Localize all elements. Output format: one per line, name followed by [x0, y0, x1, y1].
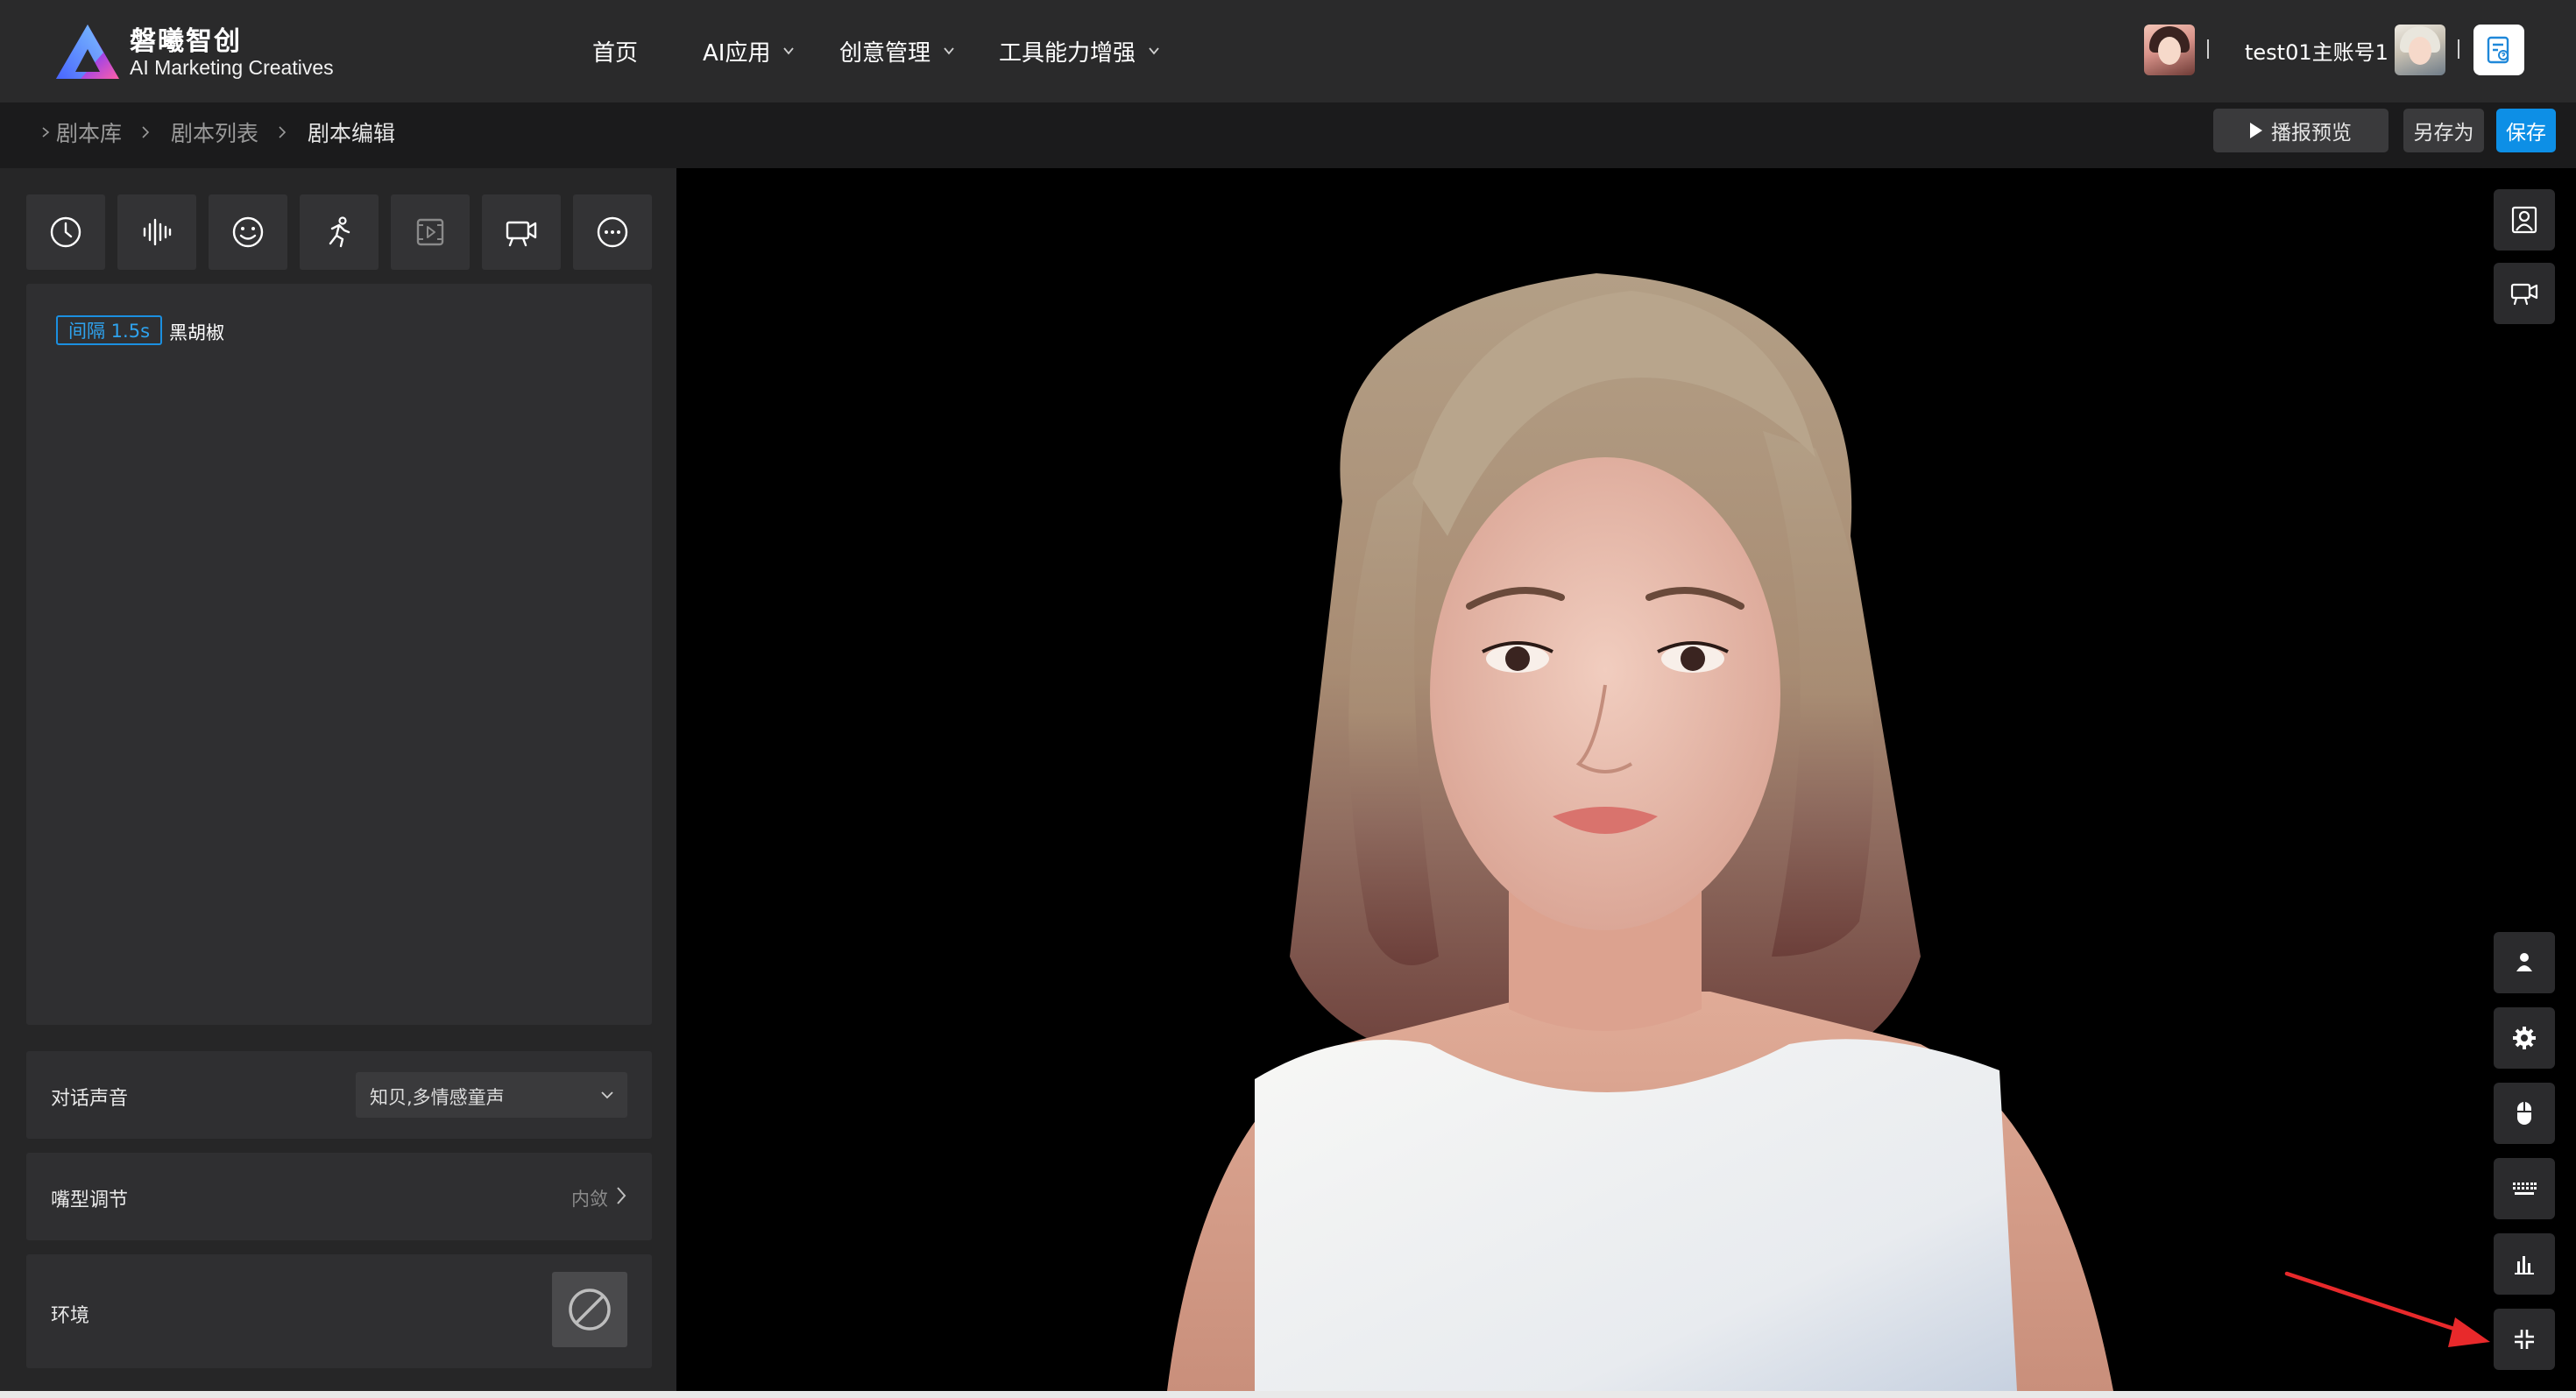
video-play-icon — [416, 218, 444, 246]
camera-icon — [506, 221, 537, 247]
voice-label: 对话声音 — [51, 1088, 129, 1110]
logo-icon[interactable] — [54, 23, 121, 81]
stage-mouse-button[interactable] — [2494, 1083, 2555, 1144]
chevron-down-icon — [783, 47, 795, 55]
preview-button-label: 播报预览 — [2271, 122, 2352, 145]
camera-icon — [2510, 283, 2538, 306]
breadcrumb-script-list[interactable]: 剧本列表 — [171, 116, 258, 148]
annotation-arrow — [2284, 1271, 2490, 1347]
nav-ai-apps-label: AI应用 — [703, 39, 771, 67]
gear-icon — [2513, 1027, 2536, 1049]
portrait-icon — [2511, 206, 2537, 234]
nav-ai-apps[interactable]: AI应用 — [703, 33, 795, 68]
mouth-value[interactable]: 内敛 — [571, 1185, 608, 1211]
stage-portrait-button[interactable] — [2494, 189, 2555, 251]
brand-name-en: AI Marketing Creatives — [130, 56, 334, 79]
more-icon — [597, 216, 628, 248]
nav-tools-enhance-label: 工具能力增强 — [999, 39, 1136, 67]
smiley-icon — [232, 216, 264, 248]
top-bar: 磐曦智创 AI Marketing Creatives 首页 AI应用 创意管理… — [0, 0, 2576, 102]
divider — [2207, 39, 2209, 59]
breadcrumb: 剧本库 剧本列表 剧本编辑 — [40, 117, 395, 147]
forbidden-icon — [569, 1289, 611, 1331]
user-avatar[interactable] — [2395, 25, 2445, 75]
breadcrumb-script-edit: 剧本编辑 — [308, 121, 396, 146]
mouse-icon — [2517, 1102, 2531, 1125]
chevron-right-icon — [42, 127, 50, 138]
tool-camera[interactable] — [482, 194, 561, 270]
stage-settings-button[interactable] — [2494, 1007, 2555, 1069]
nav-tools-enhance[interactable]: 工具能力增强 — [999, 33, 1160, 68]
voice-select[interactable]: 知贝,多情感童声 — [356, 1072, 627, 1118]
waveform-icon — [143, 218, 172, 246]
bottom-strip — [0, 1391, 2576, 1398]
environment-setting: 环境 — [26, 1254, 652, 1368]
script-edit-panel: 间隔 1.5s 黑胡椒 对话声音 知贝,多情感童声 嘴型调节 内敛 环境 — [0, 168, 676, 1398]
tool-more[interactable] — [573, 194, 652, 270]
script-editor[interactable]: 间隔 1.5s 黑胡椒 — [26, 284, 652, 1025]
chevron-right-icon[interactable] — [615, 1186, 627, 1205]
breadcrumb-script-library[interactable]: 剧本库 — [56, 116, 122, 148]
tool-action[interactable] — [300, 194, 379, 270]
tool-video[interactable] — [391, 194, 470, 270]
person-icon — [2516, 953, 2532, 971]
divider — [2458, 39, 2459, 59]
tool-expression[interactable] — [209, 194, 287, 270]
chevron-right-icon — [142, 126, 150, 138]
help-doc-button[interactable] — [2473, 25, 2524, 75]
play-icon — [2250, 123, 2262, 138]
clock-icon — [50, 216, 81, 248]
preview-button[interactable]: 播报预览 — [2213, 109, 2388, 152]
nav-home[interactable]: 首页 — [592, 33, 638, 68]
digital-human-avatar[interactable] — [2144, 25, 2195, 75]
save-button[interactable]: 保存 — [2496, 109, 2556, 152]
running-person-icon — [329, 216, 350, 248]
nav-home-label: 首页 — [592, 39, 639, 67]
mouth-setting[interactable]: 嘴型调节 内敛 — [26, 1153, 652, 1240]
environment-none-button[interactable] — [552, 1272, 627, 1347]
bar-chart-icon — [2515, 1256, 2534, 1274]
chevron-down-icon — [1149, 47, 1159, 55]
save-as-button[interactable]: 另存为 — [2403, 109, 2484, 152]
environment-label: 环境 — [51, 1305, 90, 1327]
keyboard-icon — [2513, 1183, 2537, 1195]
nav-creative-mgmt-label: 创意管理 — [839, 39, 931, 67]
interval-tag[interactable]: 间隔 1.5s — [56, 315, 163, 345]
tool-audio[interactable] — [117, 194, 196, 270]
user-name[interactable]: test01主账号1 — [2245, 35, 2388, 66]
stage-camera-button[interactable] — [2494, 263, 2555, 324]
stage-keyboard-button[interactable] — [2494, 1158, 2555, 1219]
exit-fullscreen-icon — [2515, 1330, 2534, 1349]
tool-interval[interactable] — [26, 194, 105, 270]
digital-human-render — [1167, 273, 2113, 1391]
document-question-icon — [2487, 36, 2509, 64]
nav-creative-mgmt[interactable]: 创意管理 — [839, 33, 955, 68]
mouth-label: 嘴型调节 — [51, 1190, 129, 1211]
brand-name-cn: 磐曦智创 — [130, 26, 242, 57]
voice-select-value: 知贝,多情感童声 — [370, 1087, 505, 1108]
script-text[interactable]: 黑胡椒 — [169, 319, 224, 345]
chevron-right-icon — [279, 126, 287, 138]
avatar-stage[interactable] — [676, 168, 2576, 1391]
voice-setting: 对话声音 知贝,多情感童声 — [26, 1051, 652, 1139]
chevron-down-icon — [601, 1091, 613, 1099]
chevron-down-icon — [944, 47, 954, 55]
stage-person-button[interactable] — [2494, 932, 2555, 993]
